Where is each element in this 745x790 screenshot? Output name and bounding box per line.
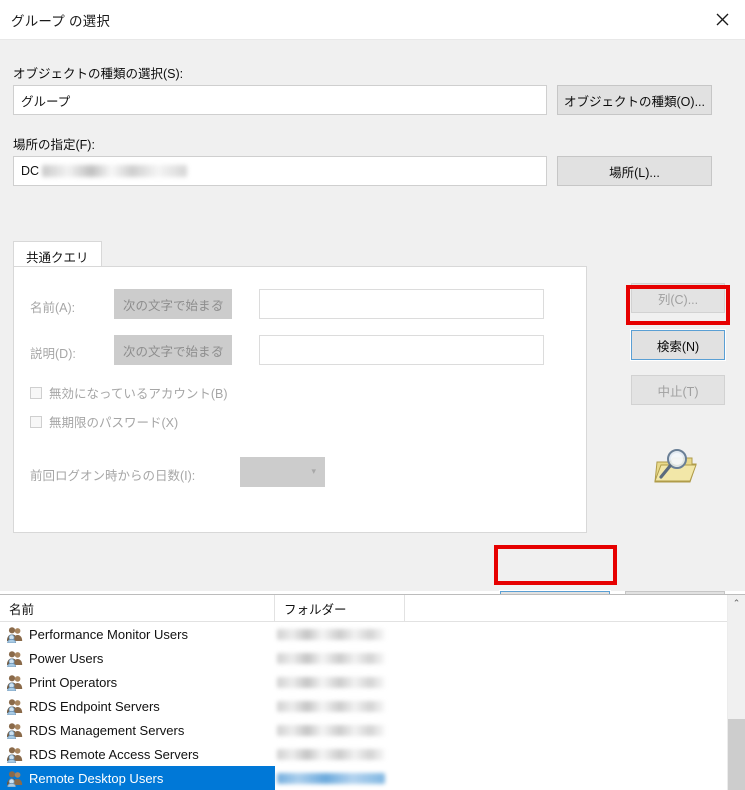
column-header-name[interactable]: 名前 xyxy=(0,595,275,621)
row-name-cell[interactable]: Performance Monitor Users xyxy=(0,622,275,646)
stop-button[interactable]: 中止(T) xyxy=(631,375,725,405)
object-types-label: オブジェクトの種類の選択(S): xyxy=(13,67,184,81)
location-input[interactable]: DC xyxy=(13,156,547,186)
query-name-condition-value: 次の文字で始まる xyxy=(123,298,224,313)
row-folder-cell[interactable] xyxy=(275,622,405,646)
days-since-logon-label: 前回ログオン時からの日数(I): xyxy=(30,469,196,483)
disabled-accounts-label: 無効になっているアカウント(B) xyxy=(49,387,228,401)
row-folder-redacted xyxy=(277,700,385,712)
row-name-text: RDS Endpoint Servers xyxy=(29,698,160,714)
row-name-cell[interactable]: Power Users xyxy=(0,646,275,670)
chevron-up-icon[interactable]: ⌃ xyxy=(728,595,745,612)
table-row[interactable]: RDS Endpoint Servers xyxy=(0,694,745,718)
window-title: グループ の選択 xyxy=(11,13,111,29)
row-name-cell[interactable]: Remote Desktop Users xyxy=(0,766,275,790)
row-folder-cell[interactable] xyxy=(275,742,405,766)
query-name-input[interactable] xyxy=(259,289,544,319)
table-row[interactable]: RDS Remote Access Servers xyxy=(0,742,745,766)
location-value: DC xyxy=(21,164,40,178)
listview-rows: Performance Monitor Users Power Users Pr… xyxy=(0,622,745,790)
location-button[interactable]: 場所(L)... xyxy=(557,156,712,186)
table-row[interactable]: Power Users xyxy=(0,646,745,670)
table-row[interactable]: RDS Management Servers xyxy=(0,718,745,742)
row-name-text: RDS Remote Access Servers xyxy=(29,746,199,762)
row-name-cell[interactable]: RDS Management Servers xyxy=(0,718,275,742)
disabled-accounts-checkbox-row[interactable]: 無効になっているアカウント(B) xyxy=(30,383,228,402)
non-expiring-password-label: 無期限のパスワード(X) xyxy=(49,416,179,430)
search-button[interactable]: 検索(N) xyxy=(630,329,726,361)
row-folder-cell[interactable] xyxy=(275,718,405,742)
table-row[interactable]: Performance Monitor Users xyxy=(0,622,745,646)
group-icon xyxy=(7,722,23,739)
non-expiring-password-checkbox-row[interactable]: 無期限のパスワード(X) xyxy=(30,412,178,431)
group-icon xyxy=(7,770,23,787)
chevron-down-icon: ▾ xyxy=(218,343,223,354)
query-description-input[interactable] xyxy=(259,335,544,365)
close-button[interactable] xyxy=(699,0,745,38)
row-name-cell[interactable]: Print Operators xyxy=(0,670,275,694)
column-header-extra[interactable] xyxy=(405,595,715,621)
group-icon xyxy=(7,746,23,763)
object-types-input[interactable]: グループ xyxy=(13,85,547,115)
row-folder-redacted xyxy=(277,676,385,688)
listview-scrollbar[interactable]: ⌃ xyxy=(727,595,745,790)
results-listview[interactable]: 名前 フォルダー Performance Monitor Users Power… xyxy=(0,594,745,790)
row-name-text: Power Users xyxy=(29,650,104,666)
row-folder-cell[interactable] xyxy=(275,766,405,790)
chevron-down-icon: ▾ xyxy=(311,465,316,476)
row-folder-redacted xyxy=(277,724,385,736)
location-label: 場所の指定(F): xyxy=(13,138,95,152)
magnifier-folder-icon xyxy=(654,449,697,483)
row-name-text: Print Operators xyxy=(29,674,118,690)
close-icon xyxy=(716,13,728,25)
group-icon xyxy=(7,650,23,667)
table-row[interactable]: Remote Desktop Users xyxy=(0,766,745,790)
checkbox-icon[interactable] xyxy=(30,386,42,399)
listview-header: 名前 フォルダー xyxy=(0,595,745,622)
days-since-logon-select[interactable]: ▾ xyxy=(240,457,325,487)
dialog-body: オブジェクトの種類の選択(S): グループ オブジェクトの種類(O)... 場所… xyxy=(0,40,745,631)
query-description-condition-select[interactable]: 次の文字で始まる ▾ xyxy=(114,335,232,365)
table-row[interactable]: Print Operators xyxy=(0,670,745,694)
title-bar: グループ の選択 xyxy=(0,0,745,40)
row-folder-redacted xyxy=(277,748,385,760)
row-folder-redacted xyxy=(277,772,385,784)
row-name-text: Performance Monitor Users xyxy=(29,626,188,642)
query-name-condition-select[interactable]: 次の文字で始まる ▾ xyxy=(114,289,232,319)
row-name-text: RDS Management Servers xyxy=(29,722,185,738)
row-name-cell[interactable]: RDS Endpoint Servers xyxy=(0,694,275,718)
location-redacted xyxy=(42,165,188,177)
group-icon xyxy=(7,674,23,691)
row-name-cell[interactable]: RDS Remote Access Servers xyxy=(0,742,275,766)
query-name-label: 名前(A): xyxy=(30,301,76,315)
query-description-condition-value: 次の文字で始まる xyxy=(123,344,224,359)
row-folder-cell[interactable] xyxy=(275,694,405,718)
column-header-folder[interactable]: フォルダー xyxy=(275,595,405,621)
common-queries-panel: 名前(A): 次の文字で始まる ▾ 説明(D): 次の文字で始まる ▾ 無効にな… xyxy=(13,266,587,533)
object-types-button[interactable]: オブジェクトの種類(O)... xyxy=(557,85,712,115)
row-folder-redacted xyxy=(277,628,385,640)
checkbox-icon[interactable] xyxy=(30,415,42,428)
columns-button[interactable]: 列(C)... xyxy=(631,283,725,313)
row-folder-cell[interactable] xyxy=(275,670,405,694)
row-folder-cell[interactable] xyxy=(275,646,405,670)
group-icon xyxy=(7,698,23,715)
row-name-text: Remote Desktop Users xyxy=(29,770,164,786)
scrollbar-thumb[interactable] xyxy=(728,719,745,790)
group-icon xyxy=(7,626,23,643)
chevron-down-icon: ▾ xyxy=(218,297,223,308)
query-description-label: 説明(D): xyxy=(30,347,76,361)
row-folder-redacted xyxy=(277,652,385,664)
